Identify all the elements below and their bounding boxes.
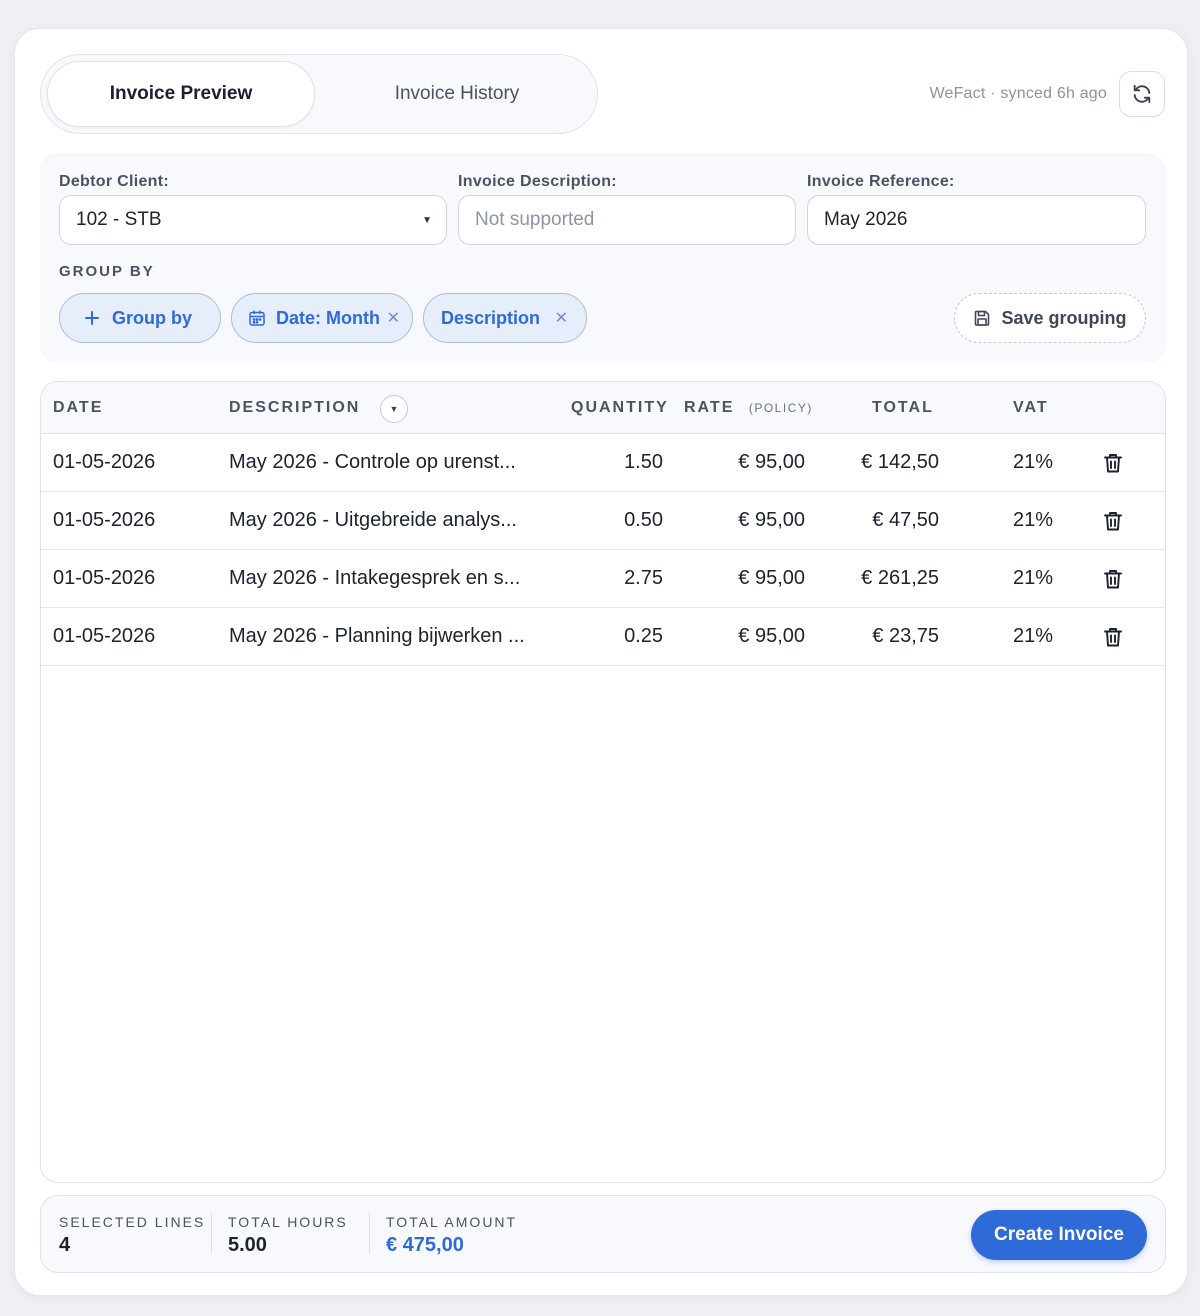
table-row[interactable]: 01-05-2026 May 2026 - Intakegesprek en s… [41, 550, 1165, 608]
tab-invoice-history[interactable]: Invoice History [319, 61, 595, 127]
selected-lines-value: 4 [59, 1234, 71, 1256]
tab-invoice-preview[interactable]: Invoice Preview [47, 61, 315, 127]
save-icon [975, 310, 990, 326]
summary-divider [369, 1212, 370, 1254]
debtor-client-value: 102 - STB [76, 209, 162, 230]
cell-date: 01-05-2026 [53, 509, 156, 531]
group-chip-description[interactable]: Description ✕ [423, 293, 587, 343]
cell-total: € 261,25 [861, 567, 939, 589]
invoice-description-placeholder: Not supported [475, 209, 595, 230]
total-hours-value: 5.00 [228, 1234, 267, 1256]
table-row[interactable]: 01-05-2026 May 2026 - Uitgebreide analys… [41, 492, 1165, 550]
invoice-description-label: Invoice Description: [458, 173, 617, 190]
cell-quantity: 1.50 [624, 451, 663, 473]
tab-bar: Invoice Preview Invoice History [40, 54, 598, 134]
invoice-description-input[interactable]: Not supported [458, 195, 796, 245]
cell-quantity: 0.50 [624, 509, 663, 531]
refresh-icon [1133, 84, 1151, 104]
invoice-reference-input[interactable]: May 2026 [807, 195, 1146, 245]
cell-date: 01-05-2026 [53, 451, 156, 473]
column-header-description: DESCRIPTION [229, 399, 361, 416]
add-group-by-label: Group by [112, 307, 192, 328]
cell-vat: 21% [1012, 567, 1053, 589]
invoice-reference-label: Invoice Reference: [807, 173, 955, 190]
save-grouping-button[interactable]: Save grouping [954, 293, 1146, 343]
sync-status: WeFact · synced 6h ago [929, 85, 1107, 102]
summary-divider [211, 1212, 212, 1254]
invoice-reference-value: May 2026 [824, 209, 908, 230]
create-invoice-button[interactable]: Create Invoice [971, 1210, 1147, 1260]
cell-vat: 21% [1012, 451, 1053, 473]
delete-row-button[interactable] [1101, 567, 1125, 591]
debtor-client-label: Debtor Client: [59, 173, 169, 190]
column-header-rate: RATE (POLICY) [684, 399, 813, 417]
column-header-total: TOTAL [872, 399, 934, 416]
cell-date: 01-05-2026 [53, 625, 156, 647]
debtor-client-select[interactable]: 102 - STB ▼ [59, 195, 447, 245]
selected-lines-label: SELECTED LINES [59, 1214, 206, 1230]
group-chip-label: Description [441, 307, 541, 328]
cell-date: 01-05-2026 [53, 567, 156, 589]
invoice-card: Invoice Preview Invoice History WeFact ·… [14, 28, 1188, 1296]
description-toggle-button[interactable]: ▼ [380, 395, 408, 423]
total-amount-value: € 475,00 [386, 1234, 464, 1256]
cell-rate: € 95,00 [738, 567, 805, 589]
column-header-quantity: QUANTITY [571, 399, 669, 416]
dropdown-caret-icon: ▼ [422, 214, 432, 226]
calendar-icon [249, 310, 265, 326]
cell-vat: 21% [1012, 509, 1053, 531]
sync-button[interactable] [1119, 71, 1165, 117]
cell-total: € 23,75 [872, 625, 939, 647]
cell-description: May 2026 - Controle op urenst... [229, 451, 516, 473]
delete-row-button[interactable] [1101, 451, 1125, 475]
remove-chip-icon[interactable]: ✕ [387, 308, 400, 328]
cell-quantity: 2.75 [624, 567, 663, 589]
filter-panel: Debtor Client: 102 - STB ▼ Invoice Descr… [40, 153, 1166, 363]
trash-icon [1104, 628, 1122, 647]
remove-chip-icon[interactable]: ✕ [555, 308, 568, 328]
rate-header-text: RATE [684, 399, 735, 416]
group-by-heading: GROUP BY [59, 263, 155, 280]
save-grouping-label: Save grouping [1001, 307, 1127, 328]
cell-description: May 2026 - Planning bijwerken ... [229, 625, 525, 647]
total-amount-label: TOTAL AMOUNT [386, 1214, 518, 1230]
rate-header-note: (POLICY) [748, 401, 813, 415]
table-row[interactable]: 01-05-2026 May 2026 - Controle op urenst… [41, 434, 1165, 492]
invoice-summary-bar: SELECTED LINES 4 TOTAL HOURS 5.00 TOTAL … [40, 1195, 1166, 1273]
cell-rate: € 95,00 [738, 625, 805, 647]
trash-icon [1104, 454, 1122, 473]
cell-description: May 2026 - Uitgebreide analys... [229, 509, 517, 531]
cell-total: € 47,50 [872, 509, 939, 531]
column-header-vat: VAT [1013, 399, 1049, 416]
cell-vat: 21% [1012, 625, 1053, 647]
cell-total: € 142,50 [861, 451, 939, 473]
total-hours-label: TOTAL HOURS [228, 1214, 348, 1230]
plus-icon [85, 311, 99, 325]
delete-row-button[interactable] [1101, 509, 1125, 533]
cell-description: May 2026 - Intakegesprek en s... [229, 567, 521, 589]
cell-rate: € 95,00 [738, 509, 805, 531]
column-header-date: DATE [53, 399, 104, 416]
table-row[interactable]: 01-05-2026 May 2026 - Planning bijwerken… [41, 608, 1165, 666]
trash-icon [1104, 512, 1122, 531]
cell-quantity: 0.25 [624, 625, 663, 647]
cell-rate: € 95,00 [738, 451, 805, 473]
group-chip-date-month[interactable]: Date: Month ✕ [231, 293, 413, 343]
group-chip-label: Date: Month [276, 307, 380, 328]
table-header: DATE DESCRIPTION ▼ QUANTITY RATE (POLICY… [41, 382, 1165, 434]
invoice-lines-table: DATE DESCRIPTION ▼ QUANTITY RATE (POLICY… [40, 381, 1166, 1183]
add-group-by-button[interactable]: Group by [59, 293, 221, 343]
delete-row-button[interactable] [1101, 625, 1125, 649]
trash-icon [1104, 570, 1122, 589]
